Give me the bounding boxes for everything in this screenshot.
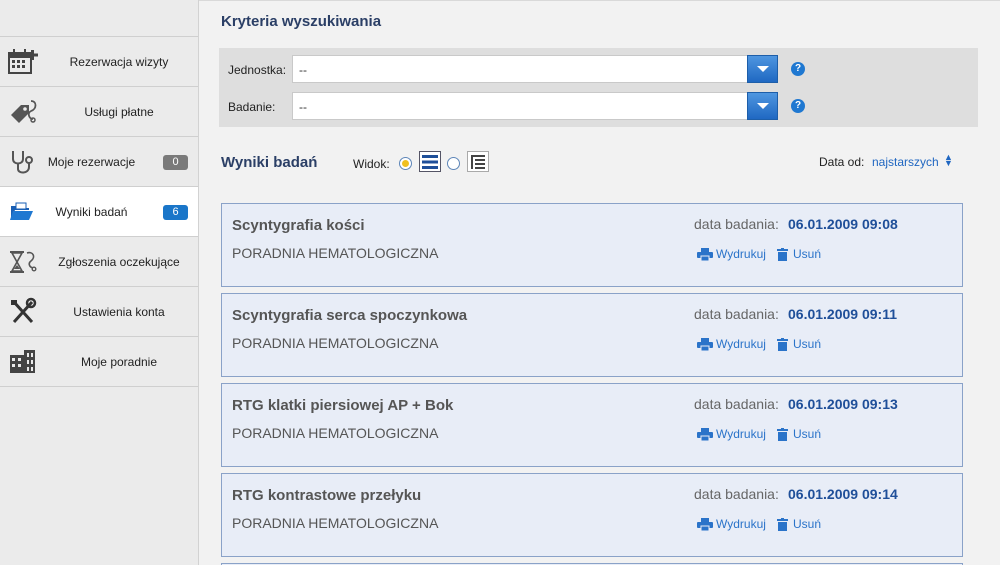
sidebar-item-moje-rezerwacje[interactable]: Moje rezerwacje 0: [0, 137, 198, 187]
table-view-icon[interactable]: [467, 151, 489, 172]
exam-label: Badanie:: [228, 100, 276, 114]
delete-link[interactable]: Usuń: [777, 247, 821, 261]
list-view-icon[interactable]: [419, 151, 441, 172]
date-sort-link[interactable]: najstarszych: [872, 155, 939, 169]
result-date-label: data badania:: [694, 306, 779, 322]
printer-icon: [697, 247, 713, 261]
result-date: 06.01.2009 09:11: [788, 306, 897, 322]
sidebar-item-ustawienia-konta[interactable]: Ustawienia konta: [0, 287, 198, 337]
delete-link[interactable]: Usuń: [777, 517, 821, 531]
calendar-plus-icon: [6, 45, 40, 79]
sidebar-item-moje-poradnie[interactable]: Moje poradnie: [0, 337, 198, 387]
tag-stethoscope-icon: [6, 95, 40, 129]
chevron-down-icon[interactable]: [747, 55, 778, 83]
print-label: Wydrukuj: [716, 337, 766, 351]
result-clinic: PORADNIA HEMATOLOGICZNA: [232, 335, 439, 351]
result-date: 06.01.2009 09:13: [788, 396, 898, 412]
result-date-label: data badania:: [694, 216, 779, 232]
unit-filter-row: Jednostka: -- ?: [219, 55, 978, 85]
print-label: Wydrukuj: [716, 427, 766, 441]
main-content: Kryteria wyszukiwania Jednostka: -- ? Ba…: [199, 0, 1000, 565]
sidebar-item-label: Rezerwacja wizyty: [69, 54, 169, 69]
date-from-label: Data od:: [819, 155, 865, 169]
print-link[interactable]: Wydrukuj: [697, 427, 766, 441]
printer-icon: [697, 337, 713, 351]
folder-open-icon: [6, 195, 40, 229]
unit-select-value: --: [299, 63, 307, 77]
unit-select[interactable]: --: [292, 55, 778, 83]
sidebar-item-wyniki-badan[interactable]: Wyniki badań 6: [0, 187, 198, 237]
view-list-radio[interactable]: [399, 157, 412, 170]
sidebar: Rezerwacja wizyty Usługi płatne Moje rez…: [0, 0, 199, 565]
result-card[interactable]: Scyntygrafia kości PORADNIA HEMATOLOGICZ…: [221, 203, 963, 287]
delete-label: Usuń: [793, 337, 822, 351]
view-label: Widok:: [353, 157, 390, 171]
sidebar-item-label: Wyniki badań: [55, 204, 128, 219]
trash-icon: [777, 337, 788, 351]
sidebar-item-rezerwacja-wizyty[interactable]: Rezerwacja wizyty: [0, 37, 198, 87]
printer-icon: [697, 427, 713, 441]
criteria-title: Kryteria wyszukiwania: [221, 13, 382, 30]
result-clinic: PORADNIA HEMATOLOGICZNA: [232, 245, 439, 261]
print-label: Wydrukuj: [716, 517, 766, 531]
print-link[interactable]: Wydrukuj: [697, 517, 766, 531]
result-clinic: PORADNIA HEMATOLOGICZNA: [232, 425, 439, 441]
unit-label: Jednostka:: [228, 63, 287, 77]
result-title: Scyntygrafia serca spoczynkowa: [232, 307, 468, 324]
delete-link[interactable]: Usuń: [777, 337, 821, 351]
search-criteria-panel: Jednostka: -- ? Badanie: -- ?: [219, 48, 978, 127]
sidebar-item-label: Moje rezerwacje: [47, 154, 136, 169]
result-card[interactable]: RTG kontrastowe przełyku PORADNIA HEMATO…: [221, 473, 963, 557]
sidebar-item-label: Moje poradnie: [80, 354, 158, 369]
print-link[interactable]: Wydrukuj: [697, 337, 766, 351]
help-icon[interactable]: ?: [791, 62, 805, 76]
sidebar-item-label: Ustawienia konta: [73, 304, 165, 319]
results-count-badge: 6: [163, 205, 188, 220]
building-icon: [6, 345, 40, 379]
delete-label: Usuń: [793, 427, 822, 441]
result-date: 06.01.2009 09:08: [788, 216, 898, 232]
exam-select[interactable]: --: [292, 92, 778, 120]
hourglass-stethoscope-icon: [6, 245, 40, 279]
result-clinic: PORADNIA HEMATOLOGICZNA: [232, 515, 439, 531]
help-icon[interactable]: ?: [791, 99, 805, 113]
sidebar-item-uslugi-platne[interactable]: Usługi płatne: [0, 87, 198, 137]
exam-filter-row: Badanie: -- ?: [219, 92, 978, 122]
result-card[interactable]: Scyntygrafia serca spoczynkowa PORADNIA …: [221, 293, 963, 377]
result-date-label: data badania:: [694, 486, 779, 502]
sidebar-item-zgloszenia-oczekujace[interactable]: Zgłoszenia oczekujące: [0, 237, 198, 287]
printer-icon: [697, 517, 713, 531]
result-card[interactable]: RTG klatki piersiowej AP + Bok PORADNIA …: [221, 383, 963, 467]
results-title: Wyniki badań: [221, 154, 318, 171]
result-title: RTG klatki piersiowej AP + Bok: [232, 397, 454, 414]
sidebar-top-spacer: [0, 0, 198, 37]
tools-icon: [6, 295, 40, 329]
trash-icon: [777, 247, 788, 261]
delete-link[interactable]: Usuń: [777, 427, 821, 441]
delete-label: Usuń: [793, 247, 822, 261]
result-date-label: data badania:: [694, 396, 779, 412]
result-date: 06.01.2009 09:14: [788, 486, 898, 502]
trash-icon: [777, 427, 788, 441]
trash-icon: [777, 517, 788, 531]
chevron-down-icon[interactable]: [747, 92, 778, 120]
reservations-count-badge: 0: [163, 155, 188, 170]
print-link[interactable]: Wydrukuj: [697, 247, 766, 261]
stethoscope-icon: [6, 145, 40, 179]
view-table-radio[interactable]: [447, 157, 460, 170]
result-title: RTG kontrastowe przełyku: [232, 487, 422, 504]
sidebar-item-label: Usługi płatne: [84, 104, 154, 119]
sort-icon[interactable]: ▲ ▼: [944, 153, 953, 168]
print-label: Wydrukuj: [716, 247, 766, 261]
exam-select-value: --: [299, 100, 307, 114]
result-title: Scyntygrafia kości: [232, 217, 365, 234]
sidebar-item-label: Zgłoszenia oczekujące: [58, 254, 180, 269]
delete-label: Usuń: [793, 517, 822, 531]
